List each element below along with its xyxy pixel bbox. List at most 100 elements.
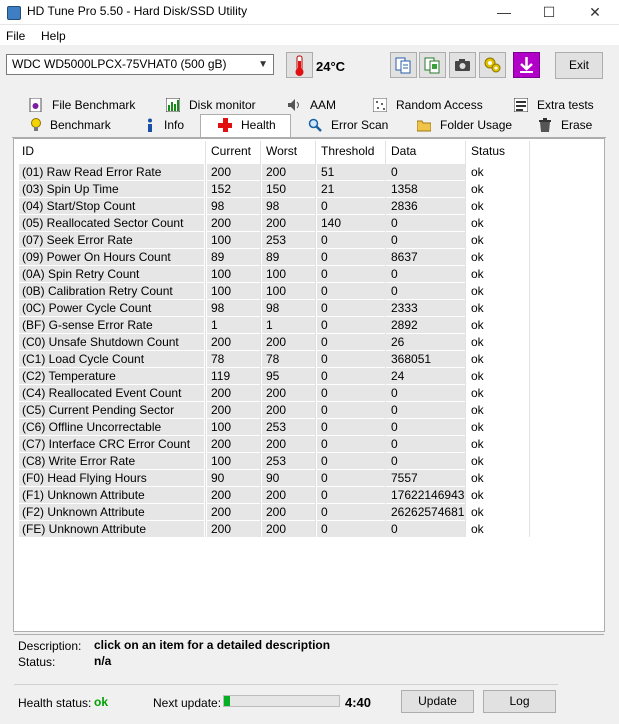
column-header-data[interactable]: Data — [391, 144, 416, 158]
tab-label: File Benchmark — [52, 98, 136, 112]
minimize-button[interactable]: — — [481, 0, 527, 24]
table-row[interactable]: (C6) Offline Uncorrectable 100 253 0 0 ok — [19, 419, 530, 436]
table-row[interactable]: (03) Spin Up Time 152 150 21 1358 ok — [19, 181, 530, 198]
table-row[interactable]: (C2) Temperature 119 95 0 24 ok — [19, 368, 530, 385]
tab-label: Info — [164, 118, 185, 132]
cell-current-value: 100 — [211, 284, 232, 298]
cell-threshold-value: 21 — [321, 182, 335, 196]
cell-attribute-id: (0C) Power Cycle Count — [22, 301, 152, 315]
table-row[interactable]: (01) Raw Read Error Rate 200 200 51 0 ok — [19, 164, 530, 181]
cell-worst-value: 200 — [266, 403, 287, 417]
tab-random-access[interactable]: Random Access — [372, 96, 483, 115]
update-progress-fill — [224, 696, 230, 706]
table-row[interactable]: (04) Start/Stop Count 98 98 0 2836 ok — [19, 198, 530, 215]
save-icon[interactable] — [513, 52, 540, 78]
column-header-status[interactable]: Status — [471, 144, 505, 158]
table-row[interactable]: (C8) Write Error Rate 100 253 0 0 ok — [19, 453, 530, 470]
tab-disk-monitor[interactable]: Disk monitor — [165, 96, 266, 115]
table-row[interactable]: (07) Seek Error Rate 100 253 0 0 ok — [19, 232, 530, 249]
cell-threshold-value: 0 — [321, 318, 328, 332]
tab-aam[interactable]: AAM — [287, 96, 347, 115]
options-icon[interactable] — [479, 52, 506, 78]
cell-current-value: 89 — [211, 250, 225, 264]
tab-erase[interactable]: Erase — [538, 116, 598, 135]
cell-status-value: ok — [471, 386, 484, 400]
cell-threshold-value: 0 — [321, 454, 328, 468]
thermometer-icon — [286, 52, 313, 78]
cell-threshold-value: 0 — [321, 352, 328, 366]
cell-current-value: 100 — [211, 233, 232, 247]
table-row[interactable]: (0C) Power Cycle Count 98 98 0 2333 ok — [19, 300, 530, 317]
trash-icon — [538, 118, 552, 132]
copy-screen-icon[interactable] — [419, 52, 446, 78]
drive-select[interactable]: WDC WD5000LPCX-75VHAT0 (500 gB) ▼ — [6, 54, 274, 75]
cell-status-value: ok — [471, 352, 484, 366]
cell-threshold-value: 0 — [321, 284, 328, 298]
exit-button[interactable]: Exit — [555, 52, 603, 79]
table-row[interactable]: (0A) Spin Retry Count 100 100 0 0 ok — [19, 266, 530, 283]
cell-data-value: 24 — [391, 369, 405, 383]
cell-status-value: ok — [471, 250, 484, 264]
cell-status-value: ok — [471, 301, 484, 315]
cell-threshold-value: 0 — [321, 233, 328, 247]
tab-health[interactable]: Health — [218, 116, 288, 135]
cell-current-value: 200 — [211, 216, 232, 230]
camera-icon[interactable] — [449, 52, 476, 78]
cell-threshold-value: 0 — [321, 437, 328, 451]
table-row[interactable]: (C0) Unsafe Shutdown Count 200 200 0 26 ok — [19, 334, 530, 351]
table-row[interactable]: (C4) Reallocated Event Count 200 200 0 0 ok — [19, 385, 530, 402]
cell-current-value: 200 — [211, 488, 232, 502]
cell-worst-value: 200 — [266, 488, 287, 502]
table-row[interactable]: (C1) Load Cycle Count 78 78 0 368051 ok — [19, 351, 530, 368]
column-header-id[interactable]: ID — [22, 144, 34, 158]
cell-attribute-id: (F2) Unknown Attribute — [22, 505, 145, 519]
speaker-icon — [287, 98, 301, 112]
cell-data-value: 2836 — [391, 199, 418, 213]
update-button[interactable]: Update — [401, 690, 474, 713]
cell-data-value: 26 — [391, 335, 405, 349]
tab-file-benchmark[interactable]: File Benchmark — [29, 96, 139, 115]
table-row[interactable]: (F0) Head Flying Hours 90 90 0 7557 ok — [19, 470, 530, 487]
copy-info-icon[interactable] — [390, 52, 417, 78]
table-row[interactable]: (FE) Unknown Attribute 200 200 0 0 ok — [19, 521, 530, 538]
tab-extra-tests[interactable]: Extra tests — [513, 96, 604, 115]
cell-attribute-id: (C1) Load Cycle Count — [22, 352, 145, 366]
cell-worst-value: 100 — [266, 284, 287, 298]
table-row[interactable]: (F1) Unknown Attribute 200 200 0 17622146943… — [19, 487, 530, 504]
cell-threshold-value: 0 — [321, 522, 328, 536]
table-row[interactable]: (C7) Interface CRC Error Count 200 200 0 0 ok — [19, 436, 530, 453]
menu-file[interactable]: File — [6, 29, 25, 43]
table-row[interactable]: (0B) Calibration Retry Count 100 100 0 0 ok — [19, 283, 530, 300]
cell-worst-value: 1 — [266, 318, 273, 332]
cell-data-value: 0 — [391, 386, 398, 400]
cell-threshold-value: 0 — [321, 369, 328, 383]
table-row[interactable]: (05) Reallocated Sector Count 200 200 140 0 o… — [19, 215, 530, 232]
cell-status-value: ok — [471, 284, 484, 298]
cell-current-value: 200 — [211, 335, 232, 349]
tab-error-scan[interactable]: Error Scan — [308, 116, 393, 135]
cell-data-value: 1358 — [391, 182, 418, 196]
tab-benchmark[interactable]: Benchmark — [29, 116, 119, 135]
cell-worst-value: 200 — [266, 386, 287, 400]
menu-help[interactable]: Help — [41, 29, 66, 43]
tab-info[interactable]: Info — [143, 116, 193, 135]
cell-worst-value: 90 — [266, 471, 280, 485]
maximize-button[interactable]: ☐ — [526, 0, 572, 24]
column-header-current[interactable]: Current — [211, 144, 251, 158]
table-row[interactable]: (09) Power On Hours Count 89 89 0 8637 ok — [19, 249, 530, 266]
cell-threshold-value: 140 — [321, 216, 342, 230]
table-row[interactable]: (F2) Unknown Attribute 200 200 0 26262574681… — [19, 504, 530, 521]
cell-data-value: 0 — [391, 437, 398, 451]
cell-current-value: 98 — [211, 301, 225, 315]
table-row[interactable]: (BF) G-sense Error Rate 1 1 0 2892 ok — [19, 317, 530, 334]
column-header-threshold[interactable]: Threshold — [321, 144, 374, 158]
tab-label: Disk monitor — [189, 98, 256, 112]
disk-monitor-icon — [165, 97, 181, 113]
tab-folder-usage[interactable]: Folder Usage — [416, 116, 517, 135]
table-row[interactable]: (C5) Current Pending Sector 200 200 0 0 ok — [19, 402, 530, 419]
column-header-worst[interactable]: Worst — [266, 144, 297, 158]
cell-threshold-value: 0 — [321, 386, 328, 400]
close-button[interactable]: ✕ — [572, 0, 618, 24]
log-button[interactable]: Log — [483, 690, 556, 713]
cell-attribute-id: (C0) Unsafe Shutdown Count — [22, 335, 179, 349]
